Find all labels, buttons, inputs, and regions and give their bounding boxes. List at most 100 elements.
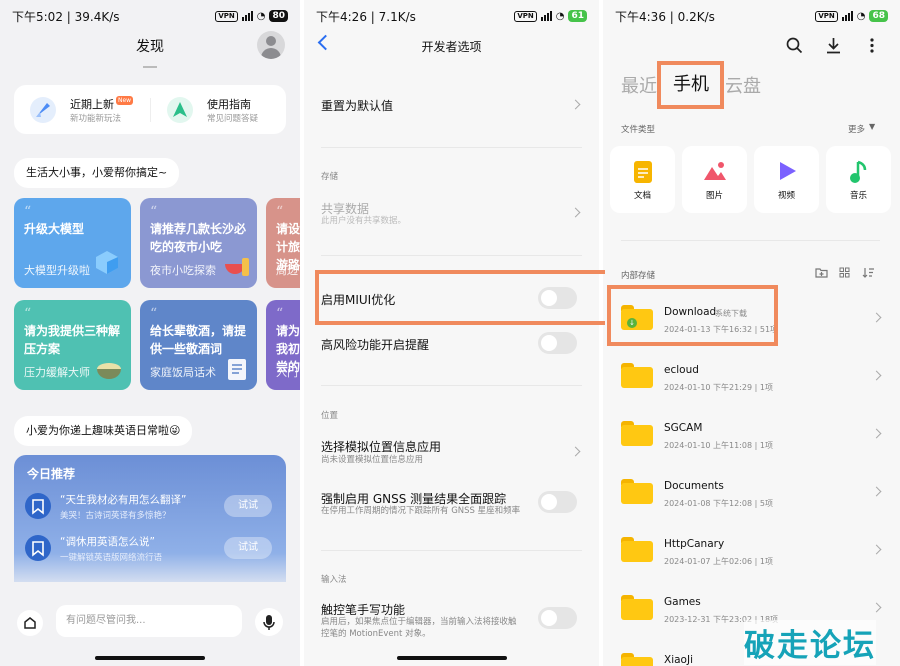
microphone-icon[interactable] bbox=[255, 608, 283, 636]
shortcuts-card: 近期上新 New 新功能新玩法 使用指南 常见问题答疑 bbox=[14, 85, 286, 134]
gesture-bar[interactable] bbox=[396, 656, 507, 660]
file-types-label: 文件类型 bbox=[621, 125, 656, 135]
prompt-card-beginner[interactable]: “ 请为我初尝的 入门 bbox=[266, 300, 300, 390]
type-label: 图片 bbox=[705, 191, 723, 201]
try-button[interactable]: 试试 bbox=[224, 495, 272, 517]
developer-options-screen: 下午4:26 | 7.1K/s VPN ◔ 61 开发者选项 重置为默认值 存储… bbox=[304, 0, 599, 666]
folder-name: ecloud bbox=[664, 364, 699, 376]
chevron-right-icon bbox=[871, 428, 882, 439]
gesture-bar[interactable] bbox=[95, 656, 205, 660]
more-link[interactable]: 更多 bbox=[848, 123, 865, 135]
folder-name: XiaoJi bbox=[664, 654, 693, 666]
try-button[interactable]: 试试 bbox=[224, 537, 272, 559]
prompt-card-travel[interactable]: “ 请设计旅游路 周边 bbox=[266, 198, 300, 288]
storage-section-header: 存储 bbox=[321, 172, 339, 182]
search-icon[interactable] bbox=[786, 37, 803, 54]
prompt-card-toast[interactable]: “ 给长辈敬酒，请提供一些敬酒词 家庭饭局话术 bbox=[140, 300, 257, 390]
recommend-item[interactable]: “天生我材必有用怎么翻译” 美哭！古诗词英译有多惊艳？ 试试 bbox=[14, 489, 286, 527]
folder-row-ecloud[interactable]: ecloud 2024-01-10 下午21:29 | 1项 bbox=[603, 348, 900, 406]
folder-row-sgcam[interactable]: SGCAM 2024-01-10 上午11:08 | 1项 bbox=[603, 406, 900, 464]
prompt-card-sub: 压力缓解大师 bbox=[24, 366, 90, 379]
mock-location-label: 选择模拟位置信息应用 bbox=[321, 440, 442, 454]
user-guide-title: 使用指南 bbox=[207, 98, 251, 111]
wifi-icon: ◔ bbox=[856, 10, 866, 22]
high-risk-reminder-toggle[interactable] bbox=[538, 332, 577, 354]
folder-icon bbox=[621, 363, 653, 388]
prompt-card-upgrade-model[interactable]: “ 升级大模型 大模型升级啦 bbox=[14, 198, 131, 288]
type-tile-videos[interactable]: 视频 bbox=[754, 146, 819, 213]
mock-location-sub: 尚未设置模拟位置信息应用 bbox=[321, 455, 424, 465]
type-tile-documents[interactable]: 文档 bbox=[610, 146, 675, 213]
tab-cloud[interactable]: 云盘 bbox=[725, 72, 761, 98]
highlight-box-miui-optimization bbox=[315, 270, 605, 325]
chevron-down-icon: ▼ bbox=[869, 122, 876, 131]
folder-meta: 2024-01-08 下午12:08 | 5项 bbox=[664, 499, 773, 508]
more-vertical-icon[interactable] bbox=[869, 37, 875, 54]
gnss-tracking-row[interactable]: 强制启用 GNSS 测量结果全面跟踪 在停用工作周期的情况下跟踪所有 GNSS … bbox=[304, 484, 599, 524]
chevron-right-icon bbox=[871, 486, 882, 497]
folder-icon bbox=[621, 537, 653, 562]
prompt-card-title: 请推荐几款长沙必吃的夜市小吃 bbox=[150, 222, 247, 254]
recommend-title: “天生我材必有用怎么翻译” bbox=[60, 494, 187, 506]
ask-input[interactable]: 有问题尽管问我... bbox=[56, 605, 242, 637]
prompt-card-stress-relief[interactable]: “ 请为我提供三种解压方案 压力缓解大师 bbox=[14, 300, 131, 390]
status-text: 下午5:02 | 39.4K/s bbox=[12, 9, 120, 24]
folder-icon bbox=[621, 479, 653, 504]
high-risk-reminder-row[interactable]: 高风险功能开启提醒 bbox=[304, 328, 599, 358]
reset-default-label: 重置为默认值 bbox=[321, 99, 394, 113]
signal-icon bbox=[241, 11, 253, 21]
home-icon[interactable] bbox=[17, 610, 43, 636]
download-icon[interactable] bbox=[826, 37, 841, 54]
highlight-box-download-folder bbox=[607, 285, 778, 346]
whats-new-shortcut[interactable]: 近期上新 New 新功能新玩法 bbox=[14, 85, 150, 134]
xiaoai-discover-screen: 下午5:02 | 39.4K/s VPN ◔ 80 发现 近期上新 New 新功… bbox=[0, 0, 300, 666]
status-bar: 下午4:26 | 7.1K/s VPN ◔ 61 bbox=[304, 0, 599, 32]
type-tile-images[interactable]: 图片 bbox=[682, 146, 747, 213]
tab-recent[interactable]: 最近 bbox=[621, 72, 657, 98]
sort-icon[interactable] bbox=[862, 267, 875, 278]
chevron-right-icon bbox=[871, 370, 882, 381]
user-guide-sub: 常见问题答疑 bbox=[207, 114, 259, 124]
english-tip-bubble: 小爱为你递上趣味英语日常啦😜 bbox=[14, 416, 193, 446]
battery-icon: 80 bbox=[269, 10, 288, 22]
chevron-right-icon bbox=[871, 544, 882, 555]
status-text: 下午4:26 | 7.1K/s bbox=[316, 9, 416, 24]
prompt-card-title: 给长辈敬酒，请提供一些敬酒词 bbox=[150, 324, 247, 356]
quote-icon: “ bbox=[24, 306, 32, 322]
gnss-tracking-toggle[interactable] bbox=[538, 491, 577, 513]
folder-icon bbox=[621, 653, 653, 666]
mock-location-row[interactable]: 选择模拟位置信息应用 尚未设置模拟位置信息应用 bbox=[304, 432, 599, 472]
recommend-item[interactable]: “调休用英语怎么说” 一键解锁英语版网络流行语 试试 bbox=[14, 531, 286, 569]
quote-icon: “ bbox=[150, 204, 158, 220]
prompt-card-night-market[interactable]: “ 请推荐几款长沙必吃的夜市小吃 夜市小吃探索 bbox=[140, 198, 257, 288]
folder-meta: 2024-01-10 上午11:08 | 1项 bbox=[664, 441, 773, 450]
prompt-card-sub: 入门 bbox=[276, 366, 298, 379]
folder-row-documents[interactable]: Documents 2024-01-08 下午12:08 | 5项 bbox=[603, 464, 900, 522]
folder-name: HttpCanary bbox=[664, 538, 725, 550]
stylus-handwriting-row[interactable]: 触控笔手写功能 启用后，如果焦点位于编辑器，当前输入法将接收触控笔的 Motio… bbox=[304, 595, 599, 645]
stylus-handwriting-toggle[interactable] bbox=[538, 607, 577, 629]
image-icon bbox=[703, 162, 726, 180]
prompt-card-sub: 家庭饭局话术 bbox=[150, 366, 216, 379]
folder-row-httpcanary[interactable]: HttpCanary 2024-01-07 上午02:06 | 1项 bbox=[603, 522, 900, 580]
avatar[interactable] bbox=[257, 31, 285, 59]
recommend-sub: 美哭！古诗词英译有多惊艳？ bbox=[60, 511, 171, 521]
wifi-icon: ◔ bbox=[256, 10, 266, 22]
type-label: 文档 bbox=[633, 191, 651, 201]
section-divider bbox=[321, 385, 582, 386]
folder-icon bbox=[621, 595, 653, 620]
bowl-icon bbox=[97, 363, 121, 379]
chevron-right-icon bbox=[570, 99, 581, 110]
whats-new-title: 近期上新 bbox=[70, 98, 114, 111]
type-label: 音乐 bbox=[849, 191, 867, 201]
user-guide-shortcut[interactable]: 使用指南 常见问题答疑 bbox=[151, 85, 286, 134]
grid-view-icon[interactable] bbox=[839, 267, 850, 278]
high-risk-reminder-label: 高风险功能开启提醒 bbox=[321, 338, 430, 352]
new-folder-icon[interactable] bbox=[815, 267, 828, 278]
section-divider bbox=[321, 550, 582, 551]
folder-meta: 2024-01-10 下午21:29 | 1项 bbox=[664, 383, 773, 392]
reset-default-row[interactable]: 重置为默认值 bbox=[304, 80, 599, 130]
recommend-sub: 一键解锁英语版网络流行语 bbox=[60, 553, 163, 563]
type-tile-music[interactable]: 音乐 bbox=[826, 146, 891, 213]
shared-data-row[interactable]: 共享数据 此用户没有共享数据。 bbox=[304, 190, 599, 235]
